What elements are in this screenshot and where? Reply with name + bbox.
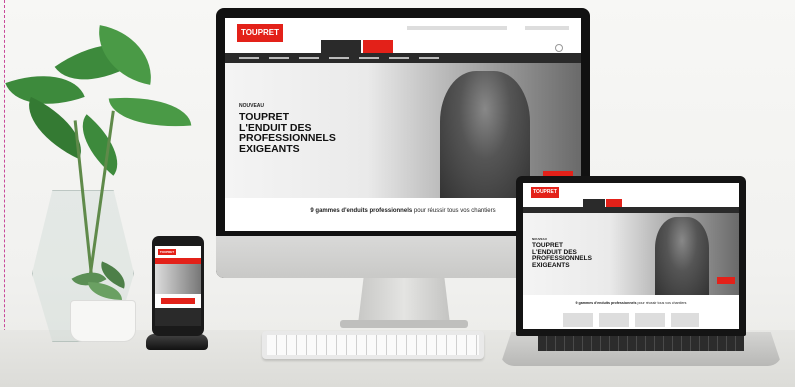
laptop: TOUPRET NOUVEAU TOUPRET L'ENDUIT DES PRO… [516,176,746,336]
header-tab-active[interactable] [606,199,622,207]
site-header: TOUPRET [155,246,201,258]
keyboard [262,331,484,359]
hero-kicker: NOUVEAU [532,237,548,241]
succulent-pot [70,300,136,342]
phone-screen: TOUPRET [155,246,201,326]
header-tab[interactable] [583,199,605,207]
nav-items[interactable] [239,57,439,59]
phone-dock [146,334,208,350]
brand-logo[interactable]: TOUPRET [237,24,283,42]
store-locator-link[interactable] [467,26,507,30]
hero-title: TOUPRET L'ENDUIT DES PROFESSIONNELS EXIG… [239,112,336,154]
header-tab-active[interactable] [363,40,393,53]
hero-title-line: PROFESSIONNELS [239,132,336,144]
hero-title: TOUPRET L'ENDUIT DES PROFESSIONNELS EXIG… [532,242,592,269]
hero-title-line: EXIGEANTS [532,261,570,269]
contact-link[interactable] [407,26,467,30]
mobile-footer [155,308,201,326]
tagline-bold: 9 gammes d'enduits professionnels [575,301,637,305]
tagline-bold: 9 gammes d'enduits professionnels [310,208,413,214]
product-mockup-scene: TOUPRET NOUVEAU TOUPRET L'ENDUIT DES PRO… [0,0,795,387]
hero-title-line: EXIGEANTS [239,142,300,155]
logo-text: TOUPRET [159,250,175,254]
dashed-guide-line [4,0,6,387]
monitor-foot [340,320,468,328]
header-tab[interactable] [321,40,361,53]
hero-banner: NOUVEAU TOUPRET L'ENDUIT DES PROFESSIONN… [523,213,739,295]
laptop-screen: TOUPRET NOUVEAU TOUPRET L'ENDUIT DES PRO… [523,183,739,329]
smartphone: TOUPRET [152,236,204,336]
site-header: TOUPRET [225,18,581,53]
logo-text: TOUPRET [533,189,557,195]
main-nav [225,53,581,63]
tagline-rest: pour réussir tous vos chantiers [413,208,496,214]
logo-text: TOUPRET [240,28,280,37]
craftsman-photo [655,217,709,295]
monitor-stand [358,278,450,324]
hero-cta-button[interactable] [161,298,195,304]
brand-logo[interactable]: TOUPRET [531,187,559,198]
hero-banner [155,264,201,294]
hero-title-line: TOUPRET [239,111,289,123]
tagline-rest: pour réussir tous vos chantiers [637,301,687,305]
pro-space-link[interactable] [525,26,569,30]
tagline: 9 gammes d'enduits professionnels pour r… [523,301,739,305]
hero-kicker: NOUVEAU [239,103,265,109]
product-thumbnails [563,313,699,327]
laptop-keyboard [538,335,744,351]
hero-cta-button[interactable] [717,277,735,284]
search-icon[interactable] [555,44,563,52]
site-header: TOUPRET [523,183,739,207]
brand-logo[interactable]: TOUPRET [158,249,176,255]
